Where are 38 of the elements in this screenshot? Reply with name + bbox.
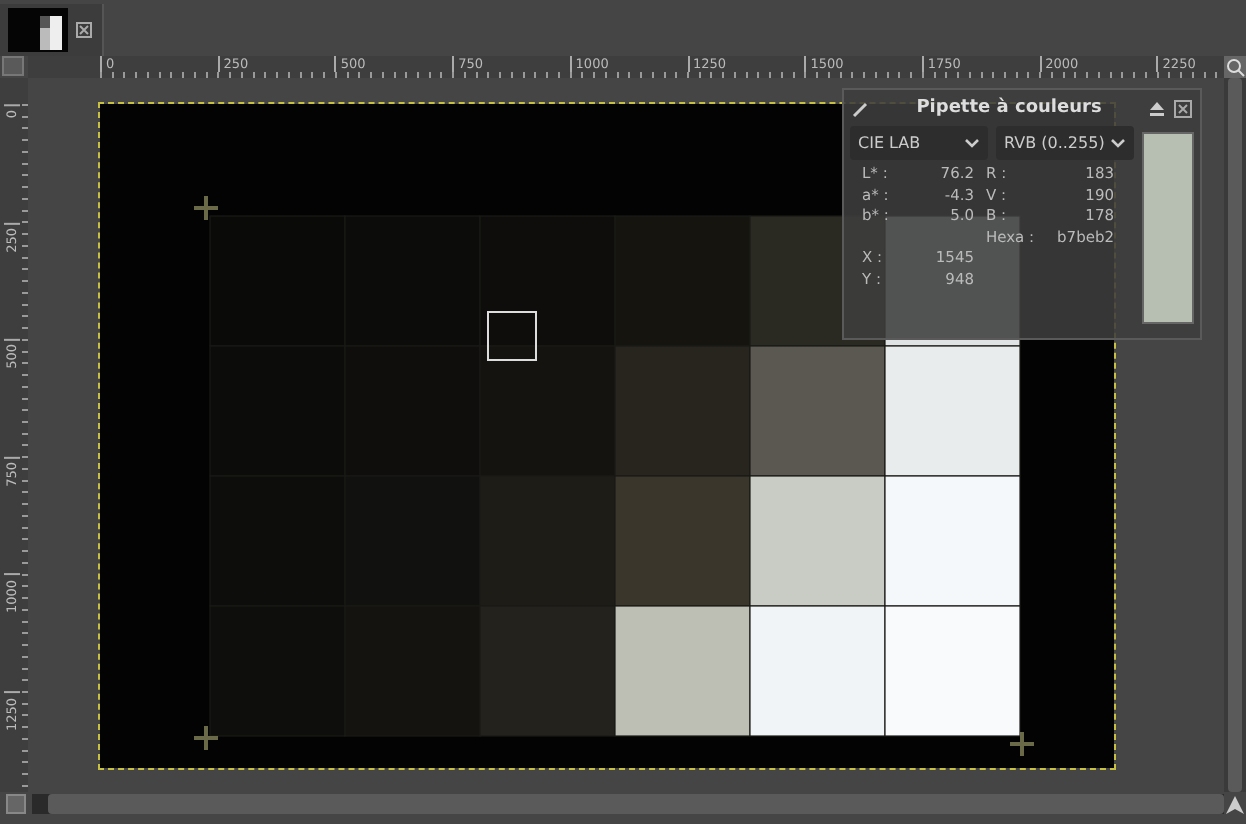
quick-mask-toggle[interactable] xyxy=(2,56,24,76)
zoom-toggle[interactable] xyxy=(6,794,26,814)
image-thumbnail xyxy=(8,8,68,52)
panel-title: Pipette à couleurs xyxy=(914,98,1104,118)
color-patch xyxy=(479,345,616,477)
chevron-icon xyxy=(964,137,980,149)
color-patch xyxy=(344,605,481,737)
color-patch xyxy=(749,345,886,477)
color-patch xyxy=(614,345,751,477)
crosshair-mark xyxy=(1008,730,1036,758)
color-model-dropdown[interactable]: RVB (0..255) xyxy=(996,126,1134,160)
sample-square xyxy=(487,311,537,361)
zoom-icon[interactable] xyxy=(1224,56,1246,78)
color-patch xyxy=(479,605,616,737)
vertical-scrollbar[interactable] xyxy=(1228,78,1242,792)
color-patch xyxy=(614,605,751,737)
color-patch xyxy=(344,475,481,607)
color-patch xyxy=(749,605,886,737)
color-patch xyxy=(209,605,346,737)
color-patch xyxy=(884,605,1021,737)
color-patch xyxy=(884,475,1021,607)
color-patch xyxy=(479,475,616,607)
color-patch xyxy=(614,215,751,347)
color-model-dropdown[interactable]: CIE LAB xyxy=(850,126,988,160)
color-patch xyxy=(209,215,346,347)
eyedropper-icon[interactable] xyxy=(852,99,870,117)
crosshair-mark xyxy=(192,194,220,222)
eject-icon[interactable] xyxy=(1148,99,1166,117)
chevron-icon xyxy=(1110,137,1126,149)
color-patch xyxy=(749,475,886,607)
image-tab[interactable] xyxy=(0,4,104,56)
crosshair-mark xyxy=(192,724,220,752)
horizontal-scrollbar[interactable] xyxy=(48,794,1224,814)
color-patch xyxy=(884,345,1021,477)
close-icon[interactable] xyxy=(76,22,92,38)
color-patch xyxy=(614,475,751,607)
color-patch xyxy=(479,215,616,347)
close-icon[interactable] xyxy=(1174,99,1192,117)
